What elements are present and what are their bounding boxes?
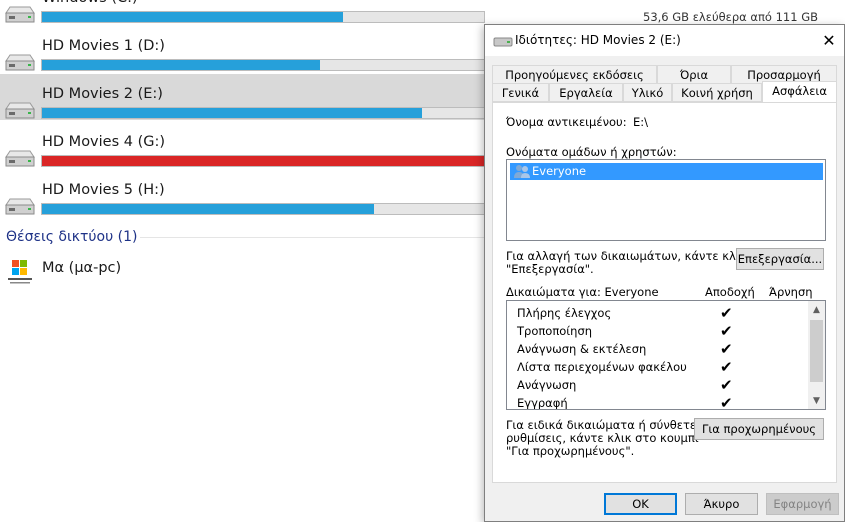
special-permissions-text-3: "Για προχωρημένους". bbox=[506, 444, 635, 458]
tab-general[interactable]: Γενικά bbox=[492, 83, 549, 102]
change-permissions-text-2: "Επεξεργασία". bbox=[506, 262, 594, 276]
permissions-list[interactable]: Πλήρης έλεγχος ✔ Τροποποίηση ✔ Ανάγνωση & εκ… bbox=[506, 300, 826, 410]
hard-drive-icon bbox=[5, 150, 35, 167]
permission-name: Πλήρης έλεγχος bbox=[517, 306, 612, 320]
drive-free-space: 53,6 GB ελεύθερα από 111 GB bbox=[643, 10, 818, 24]
drive-usage-bar bbox=[41, 107, 485, 119]
scroll-thumb[interactable] bbox=[810, 320, 823, 382]
list-item[interactable]: Everyone bbox=[510, 163, 823, 180]
permission-name: Τροποποίηση bbox=[517, 324, 593, 338]
apply-button[interactable]: Εφαρμογή bbox=[766, 493, 839, 515]
chevron-up-icon: ▲ bbox=[813, 304, 820, 315]
hard-drive-icon bbox=[5, 198, 35, 215]
hard-drive-icon bbox=[5, 54, 35, 71]
object-name-label: Όνομα αντικειμένου: bbox=[506, 115, 627, 129]
properties-dialog: Ιδιότητες: HD Movies 2 (E:) ✕ Προηγούμεν… bbox=[484, 24, 845, 522]
permission-name: Ανάγνωση bbox=[517, 378, 577, 392]
drive-name: Windows (C:) bbox=[42, 0, 138, 6]
drive-usage-bar bbox=[41, 11, 485, 23]
dialog-title: Ιδιότητες: HD Movies 2 (E:) bbox=[515, 33, 681, 47]
deny-column-header: Άρνηση bbox=[769, 285, 813, 299]
allow-check-icon: ✔ bbox=[720, 358, 733, 376]
drive-usage-fill bbox=[42, 156, 484, 166]
drive-name: HD Movies 2 (E:) bbox=[42, 86, 163, 102]
permission-row: Ανάγνωση & εκτέλεση ✔ bbox=[517, 340, 807, 359]
windows-media-player-icon bbox=[8, 260, 32, 284]
allow-check-icon: ✔ bbox=[720, 304, 733, 322]
permission-row: Εγγραφή ✔ bbox=[517, 394, 807, 410]
drive-item[interactable]: Windows (C:) 53,6 GB ελεύθερα από 111 GB bbox=[0, 0, 845, 24]
groups-label: Ονόματα ομάδων ή χρηστών: bbox=[506, 145, 677, 159]
title-bar[interactable]: Ιδιότητες: HD Movies 2 (E:) ✕ bbox=[485, 25, 844, 56]
tab-previous-versions[interactable]: Προηγούμενες εκδόσεις bbox=[492, 65, 657, 84]
users-group-icon bbox=[514, 165, 530, 178]
permissions-for-label: Δικαιώματα για: Everyone bbox=[506, 285, 659, 299]
object-name-value: E:\ bbox=[633, 115, 649, 129]
tab-tools[interactable]: Εργαλεία bbox=[549, 83, 623, 102]
permission-name: Εγγραφή bbox=[517, 396, 568, 410]
allow-check-icon: ✔ bbox=[720, 394, 733, 410]
advanced-button[interactable]: Για προχωρημένους bbox=[694, 418, 824, 440]
drive-usage-bar bbox=[41, 59, 485, 71]
ok-button[interactable]: OK bbox=[604, 493, 677, 515]
tab-quota[interactable]: Όρια bbox=[657, 65, 731, 84]
drive-usage-fill bbox=[42, 12, 343, 22]
chevron-down-icon: ▼ bbox=[813, 395, 820, 406]
drive-usage-fill bbox=[42, 204, 374, 214]
tab-sharing[interactable]: Κοινή χρήση bbox=[672, 83, 762, 102]
scroll-down-button[interactable]: ▼ bbox=[808, 392, 825, 409]
hard-drive-icon bbox=[5, 6, 35, 23]
special-permissions-text-1: Για ειδικά δικαιώματα ή σύνθετες bbox=[506, 418, 703, 432]
cancel-button[interactable]: Άκυρο bbox=[685, 493, 758, 515]
close-button[interactable]: ✕ bbox=[814, 25, 844, 56]
permission-row: Πλήρης έλεγχος ✔ bbox=[517, 304, 807, 323]
close-icon: ✕ bbox=[822, 31, 836, 50]
allow-check-icon: ✔ bbox=[720, 340, 733, 358]
edit-button[interactable]: Επεξεργασία... bbox=[736, 248, 824, 270]
permissions-scrollbar[interactable]: ▲ ▼ bbox=[808, 301, 825, 409]
permission-name: Ανάγνωση & εκτέλεση bbox=[517, 342, 647, 356]
drive-name: HD Movies 4 (G:) bbox=[42, 134, 166, 150]
drive-usage-bar bbox=[41, 203, 485, 215]
scroll-up-button[interactable]: ▲ bbox=[808, 301, 825, 318]
special-permissions-text-2: ρυθμίσεις, κάντε κλικ στο κουμπί bbox=[506, 431, 699, 445]
drive-name: HD Movies 1 (D:) bbox=[42, 38, 165, 54]
network-locations-header[interactable]: Θέσεις δικτύου (1) bbox=[6, 229, 137, 245]
drive-icon bbox=[493, 37, 513, 47]
hard-drive-icon bbox=[5, 102, 35, 119]
permission-row: Τροποποίηση ✔ bbox=[517, 322, 807, 341]
group-name: Everyone bbox=[532, 164, 587, 178]
tab-hardware[interactable]: Υλικό bbox=[623, 83, 672, 102]
allow-column-header: Αποδοχή bbox=[705, 285, 755, 299]
tab-security[interactable]: Ασφάλεια bbox=[762, 81, 837, 102]
groups-listbox[interactable]: Everyone bbox=[506, 159, 826, 241]
allow-check-icon: ✔ bbox=[720, 376, 733, 394]
permission-row: Λίστα περιεχομένων φακέλου ✔ bbox=[517, 358, 807, 377]
allow-check-icon: ✔ bbox=[720, 322, 733, 340]
drive-name: HD Movies 5 (H:) bbox=[42, 182, 165, 198]
drive-usage-fill bbox=[42, 108, 423, 118]
network-item-name: Μα (μα-pc) bbox=[42, 260, 122, 276]
network-item[interactable]: Μα (μα-pc) bbox=[0, 256, 480, 284]
drive-usage-fill bbox=[42, 60, 321, 70]
drive-usage-bar bbox=[41, 155, 485, 167]
permission-row: Ανάγνωση ✔ bbox=[517, 376, 807, 395]
permission-name: Λίστα περιεχομένων φακέλου bbox=[517, 360, 687, 374]
